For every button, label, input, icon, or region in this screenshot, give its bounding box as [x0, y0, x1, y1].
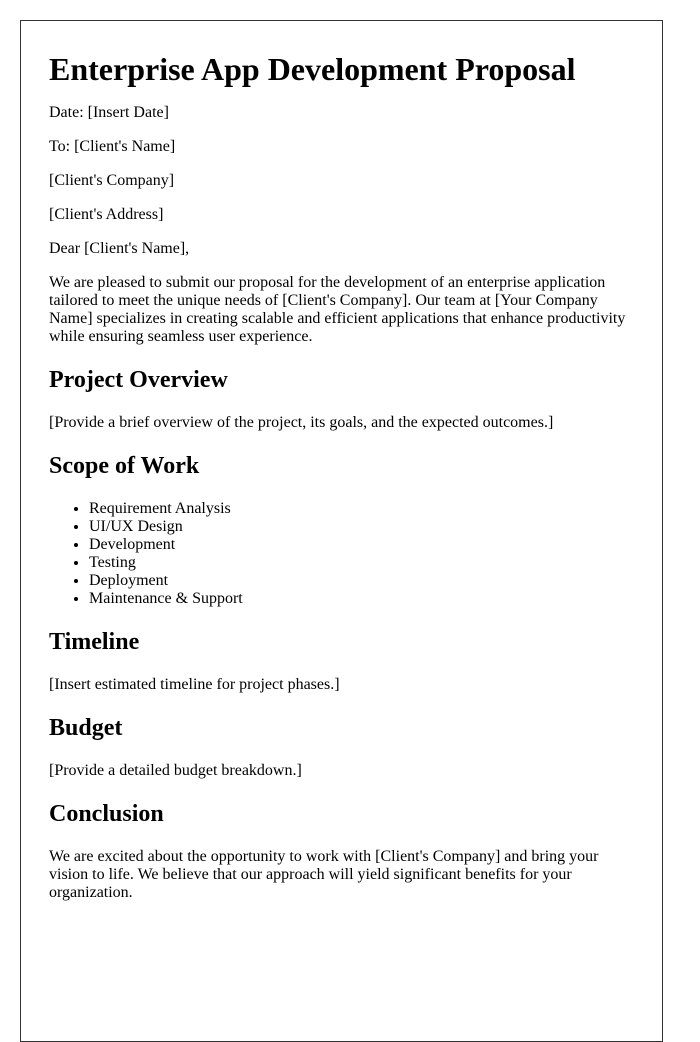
- section-heading: Scope of Work: [49, 453, 200, 479]
- section-timeline: Timeline [Insert estimated timeline for …: [49, 628, 634, 694]
- section-heading: Budget: [49, 715, 123, 741]
- scope-list: Requirement Analysis UI/UX Design Develo…: [49, 500, 634, 608]
- client-company-line: [Client's Company]: [49, 172, 175, 189]
- list-item: Deployment: [89, 572, 634, 590]
- section-scope-of-work: Scope of Work Requirement Analysis UI/UX…: [49, 452, 634, 608]
- section-body: [Insert estimated timeline for project p…: [49, 676, 340, 693]
- date-line: Date: [Insert Date]: [49, 104, 169, 121]
- intro-paragraph: We are pleased to submit our proposal fo…: [49, 274, 626, 345]
- section-body: [Provide a brief overview of the project…: [49, 414, 554, 431]
- client-address-line: [Client's Address]: [49, 206, 164, 223]
- section-heading: Conclusion: [49, 801, 164, 827]
- salutation: Dear [Client's Name],: [49, 240, 190, 257]
- list-item: Development: [89, 536, 634, 554]
- list-item: Maintenance & Support: [89, 590, 634, 608]
- section-budget: Budget [Provide a detailed budget breakd…: [49, 714, 634, 780]
- section-heading: Project Overview: [49, 367, 228, 393]
- list-item: Requirement Analysis: [89, 500, 634, 518]
- section-body: [Provide a detailed budget breakdown.]: [49, 762, 302, 779]
- proposal-document: Enterprise App Development Proposal Date…: [20, 20, 663, 1042]
- list-item: Testing: [89, 554, 634, 572]
- section-project-overview: Project Overview [Provide a brief overvi…: [49, 366, 634, 432]
- recipient-line: To: [Client's Name]: [49, 138, 176, 155]
- section-heading: Timeline: [49, 629, 140, 655]
- section-conclusion: Conclusion We are excited about the oppo…: [49, 800, 634, 902]
- document-title: Enterprise App Development Proposal: [49, 51, 576, 87]
- section-body: We are excited about the opportunity to …: [49, 848, 599, 901]
- list-item: UI/UX Design: [89, 518, 634, 536]
